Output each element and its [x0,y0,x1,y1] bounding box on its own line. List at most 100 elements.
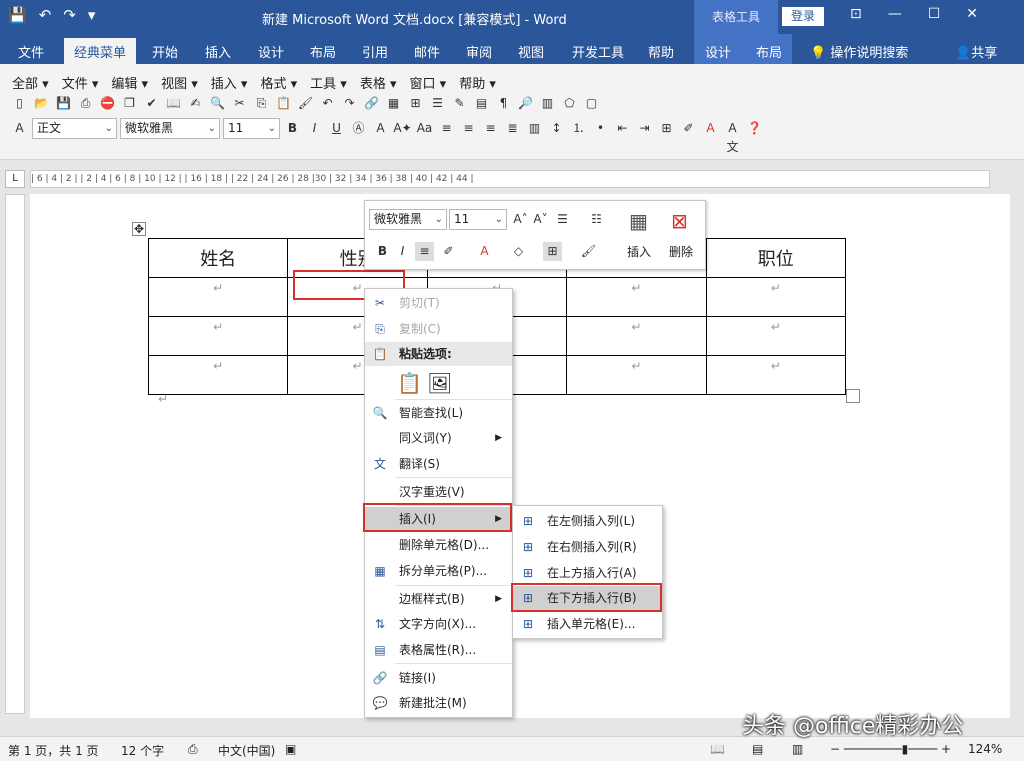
tab-table-design[interactable]: 设计 [705,42,731,61]
macro-icon[interactable]: ▣ [285,742,296,756]
open-folder-icon[interactable]: 📂 [32,94,51,113]
login-button[interactable]: 登录 [782,7,824,26]
textbox-icon[interactable]: ▢ [582,94,601,113]
menu-item-split-cells[interactable]: ▦ 拆分单元格(P)... [365,559,512,583]
table-cell[interactable]: ↵ [147,277,289,317]
mini-insert-button[interactable]: 插入 [627,243,651,260]
paste-keep-format-icon[interactable]: 📋 [397,371,422,395]
tab-view[interactable]: 视图 [518,42,544,61]
menu-edit[interactable]: 编辑 ▾ [111,73,148,92]
highlight-icon[interactable]: ✐ [439,242,458,261]
share-button[interactable]: 👤共享 [955,42,997,61]
zoom-icon[interactable]: 🔎 [516,94,535,113]
drawing-icon[interactable]: ✎ [450,94,469,113]
table-cell[interactable]: ↵ [147,316,289,356]
menu-item-table-properties[interactable]: ▤ 表格属性(R)... [365,638,512,662]
table-icon[interactable]: ▦ [384,94,403,113]
center-align-icon[interactable]: ≡ [415,242,434,261]
menu-item-new-comment[interactable]: 💬 新建批注(M) [365,691,512,715]
minimize-icon[interactable]: — [888,6,902,22]
char-border-icon[interactable]: Ⓐ [349,119,368,138]
menu-insert[interactable]: 插入 ▾ [211,73,248,92]
print-layout-icon[interactable]: ▤ [752,742,763,756]
table-cell[interactable]: 职位 [705,238,847,278]
menu-tools[interactable]: 工具 ▾ [310,73,347,92]
align-center-icon[interactable]: ≡ [459,119,478,138]
table-cell[interactable]: ↵ [147,355,289,395]
print-preview-icon[interactable]: ⎙ [76,94,95,113]
tab-stop-selector[interactable]: L [5,170,25,188]
submenu-insert-right-col[interactable]: ⊞ 在右侧插入列(R) [513,535,660,559]
tab-review[interactable]: 审阅 [466,42,492,61]
tab-layout[interactable]: 布局 [310,42,336,61]
ruler-scale[interactable]: | 6 | 4 | 2 | | 2 | 4 | 6 | 8 | 10 | 12 … [30,170,990,188]
insert-table-icon[interactable]: ▦ [629,209,648,233]
close-icon[interactable]: ✕ [966,6,978,22]
bold-button[interactable]: B [283,119,302,138]
ribbon-display-icon[interactable]: ⊡ [850,6,862,22]
mini-font-select[interactable]: 微软雅黑 ⌄ [369,209,447,230]
menu-item-synonyms[interactable]: 同义词(Y) ▶ [365,426,512,450]
proofing-icon[interactable]: ⎙ [188,742,198,757]
menu-window[interactable]: 窗口 ▾ [410,73,447,92]
tab-insert[interactable]: 插入 [205,42,231,61]
font-size-select[interactable]: 11 ⌄ [223,118,280,139]
table-resize-handle[interactable] [846,389,860,403]
format-painter-icon[interactable]: 🖌 [579,242,598,261]
phonetic-icon[interactable]: A文 [723,119,742,154]
zoom-level[interactable]: 124% [968,742,1002,756]
char-shading-icon[interactable]: A [371,119,390,138]
tab-home[interactable]: 开始 [152,42,178,61]
shrink-font-icon[interactable]: A˅ [531,210,550,229]
menu-file[interactable]: 文件 ▾ [62,73,99,92]
shapes-icon[interactable]: ⬠ [560,94,579,113]
tab-classic-menu[interactable]: 经典菜单 [64,38,137,64]
menu-item-delete-cells[interactable]: 删除单元格(D)... [365,533,512,557]
submenu-insert-above-row[interactable]: ⊞ 在上方插入行(A) [513,561,660,585]
mini-delete-button[interactable]: 删除 [669,243,693,260]
copy-icon[interactable]: ⎘ [252,94,271,113]
bullets-icon[interactable]: ☰ [553,210,572,229]
menu-item-link[interactable]: 🔗 链接(I) [365,666,512,690]
undo-icon[interactable]: ↶ [39,6,52,24]
doc-map-icon[interactable]: ▤ [472,94,491,113]
redo-icon[interactable]: ↷ [340,94,359,113]
paste-picture-icon[interactable]: 🖼 [427,371,452,395]
decrease-indent-icon[interactable]: ⇤ [613,119,632,138]
styles-icon[interactable]: A [10,119,29,138]
mini-bold-button[interactable]: B [373,242,392,261]
format-painter-icon[interactable]: 🖌 [296,94,315,113]
menu-item-translate[interactable]: 文翻译(S) [365,452,512,476]
maximize-icon[interactable]: ☐ [928,6,941,22]
menu-item-reconvert[interactable]: 汉字重选(V) [365,480,512,504]
help-icon[interactable]: ❓ [745,119,764,138]
tell-me-search[interactable]: 💡 操作说明搜索 [810,42,908,61]
grow-font-icon[interactable]: A˄ [511,210,530,229]
table-cell[interactable]: 姓名 [147,238,289,278]
tab-design[interactable]: 设计 [258,42,284,61]
customize-qat-icon[interactable]: ▾ [88,6,96,24]
menu-format[interactable]: 格式 ▾ [260,73,297,92]
table-cell[interactable]: ↵ [566,355,707,395]
delete-table-icon[interactable]: ⊠ [671,209,688,233]
underline-button[interactable]: U [327,119,346,138]
highlight-icon[interactable]: ✐ [679,119,698,138]
menu-item-border-styles[interactable]: 边框样式(B) ▶ [365,587,512,611]
font-color-icon[interactable]: A [701,119,720,138]
table-cell[interactable]: ↵ [705,316,847,356]
font-color-icon[interactable]: A [475,242,494,261]
find-icon[interactable]: 🔍 [208,94,227,113]
insert-table-icon[interactable]: ⊞ [406,94,425,113]
language[interactable]: 中文(中国) [218,742,275,759]
menu-view[interactable]: 视图 ▾ [161,73,198,92]
increase-indent-icon[interactable]: ⇥ [635,119,654,138]
distributed-icon[interactable]: ▥ [525,119,544,138]
table-move-handle-icon[interactable]: ✥ [132,222,146,236]
proof-icon[interactable]: ✍ [186,94,205,113]
save-icon[interactable]: 💾 [8,6,27,24]
menu-item-copy[interactable]: ⎘ 复制(C) [365,317,512,341]
word-count[interactable]: 12 个字 [121,742,164,759]
menu-help[interactable]: 帮助 ▾ [459,73,496,92]
tab-references[interactable]: 引用 [362,42,388,61]
italic-button[interactable]: I [305,119,324,138]
